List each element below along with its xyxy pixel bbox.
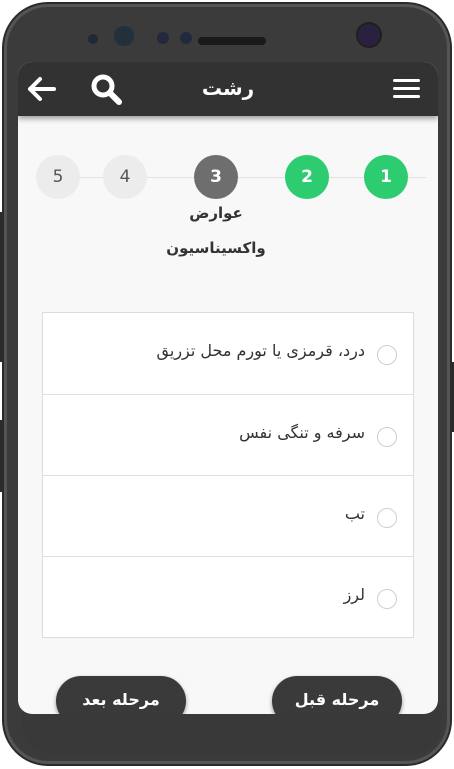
option-item[interactable]: لرز (43, 556, 413, 638)
phone-chin (22, 710, 442, 754)
option-item[interactable]: سرفه و تنگی نفس (43, 394, 413, 476)
step-2[interactable]: 2 (285, 155, 329, 199)
step-4[interactable]: 4 (103, 155, 147, 199)
option-label: درد، قرمزی یا تورم محل تزریق (156, 341, 365, 360)
phone-sensor (88, 34, 98, 44)
next-step-button[interactable]: مرحله بعد (56, 676, 186, 714)
step-1[interactable]: 1 (364, 155, 408, 199)
phone-side-button-left-2 (0, 420, 4, 492)
radio-button[interactable] (377, 345, 397, 365)
radio-button[interactable] (377, 589, 397, 609)
option-label: لرز (343, 585, 365, 604)
step-3[interactable]: 3 (194, 155, 238, 199)
page-title: رشت (201, 76, 255, 100)
phone-sensor-2 (157, 32, 169, 44)
step-caption-line2: واکسیناسیون (166, 239, 266, 257)
option-item[interactable]: تب (43, 475, 413, 557)
radio-button[interactable] (377, 508, 397, 528)
app-screen: رشت 5 4 3 2 1 عوارض واکسیناسیون درد، قرم… (18, 62, 438, 714)
phone-front-camera (114, 26, 134, 46)
symptom-options-list: درد، قرمزی یا تورم محل تزریق سرفه و تنگی… (42, 312, 414, 638)
step-5[interactable]: 5 (36, 155, 80, 199)
phone-side-button-right (450, 362, 454, 432)
step-caption-line1: عوارض (189, 204, 243, 222)
phone-rear-light (358, 24, 380, 46)
phone-speaker (198, 37, 266, 45)
option-label: تب (344, 504, 365, 523)
radio-button[interactable] (377, 427, 397, 447)
app-bar: رشت (18, 62, 438, 116)
menu-button[interactable] (392, 77, 422, 101)
hamburger-menu-icon (393, 79, 420, 98)
option-item[interactable]: درد، قرمزی یا تورم محل تزریق (43, 313, 413, 394)
phone-sensor-3 (180, 32, 192, 44)
phone-side-button-left-1 (0, 212, 4, 362)
option-label: سرفه و تنگی نفس (239, 423, 365, 442)
previous-step-button[interactable]: مرحله قبل (272, 676, 402, 714)
